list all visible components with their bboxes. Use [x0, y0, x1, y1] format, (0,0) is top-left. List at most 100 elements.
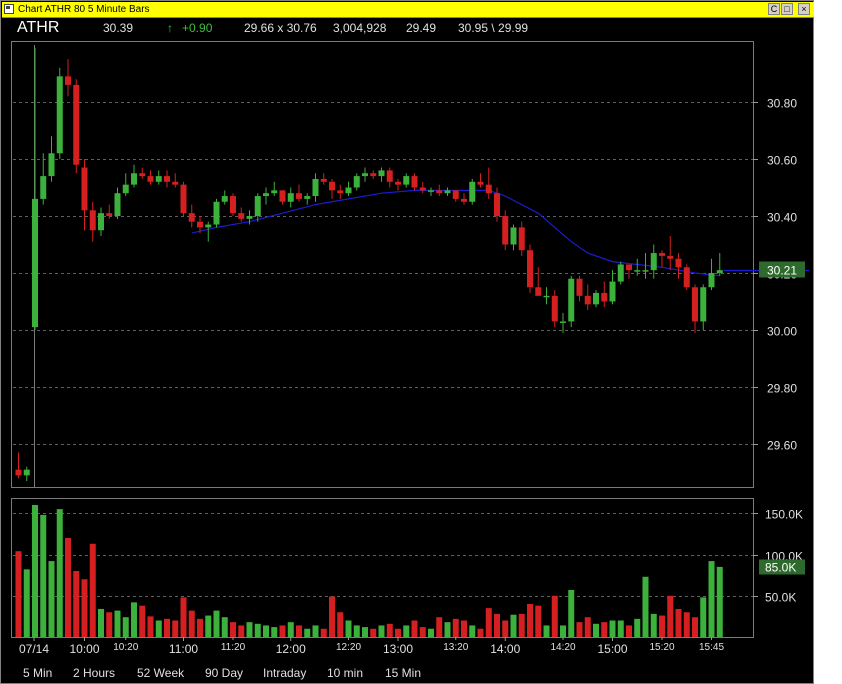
candle-body — [650, 253, 657, 271]
volume-bar — [700, 597, 707, 637]
volume-bar — [626, 625, 632, 637]
volume-bar — [65, 538, 71, 637]
candle-body — [700, 287, 707, 322]
volume-bar — [48, 561, 55, 637]
volume-bar — [675, 608, 682, 637]
candle-body — [337, 190, 344, 194]
candle-body — [147, 176, 154, 182]
candle-body — [560, 321, 566, 323]
volume-bar — [246, 622, 253, 637]
volume-bar — [164, 618, 170, 637]
volume-bar — [271, 627, 278, 637]
volume-bar — [345, 620, 352, 637]
candle-body — [40, 176, 47, 199]
timeframe-10min[interactable]: 10 min — [327, 666, 363, 680]
candle-body — [551, 295, 558, 322]
timeframe-52week[interactable]: 52 Week — [137, 666, 184, 680]
candle-body — [353, 176, 360, 188]
x-minor-label: 11:20 — [221, 642, 246, 653]
candle-body — [230, 196, 236, 214]
volume-bar — [403, 625, 410, 637]
volume-bar — [444, 622, 451, 637]
current-price-label: 30.21 — [767, 264, 797, 278]
volume-bar — [584, 617, 591, 637]
x-minor-label: 13:20 — [443, 642, 468, 653]
volume-bar — [386, 623, 393, 637]
chart-window: Chart ATHR 80 5 Minute Bars C □ × ATHR 3… — [0, 0, 814, 684]
volume-bar — [370, 628, 377, 637]
volume-bar — [634, 618, 641, 637]
candle-body — [576, 278, 583, 296]
volume-bar — [139, 605, 146, 637]
x-minor-label: 14:20 — [550, 642, 575, 653]
candle-body — [122, 184, 129, 194]
candle-body — [667, 255, 674, 259]
volume-bar — [337, 612, 344, 637]
volume-bar — [617, 620, 624, 637]
candle-body — [485, 184, 492, 194]
candle-body — [65, 76, 71, 85]
volume-bar — [436, 617, 443, 637]
volume-bar — [114, 610, 121, 637]
timeframe-5min[interactable]: 5 Min — [23, 666, 52, 680]
volume-bar — [659, 615, 665, 637]
candle-body — [32, 198, 38, 328]
x-major-label: 13:00 — [383, 642, 413, 656]
volume-bar — [81, 579, 88, 637]
volume-bar — [205, 615, 212, 637]
candle-body — [312, 178, 319, 197]
volume-bar — [683, 612, 690, 637]
candle-body — [370, 173, 377, 177]
volume-bar — [122, 617, 129, 637]
volume-bar — [40, 514, 47, 637]
x-minor-label: 15:20 — [649, 642, 674, 653]
candle-body — [436, 190, 443, 194]
timeframe-90day[interactable]: 90 Day — [205, 666, 243, 680]
volume-bar — [411, 620, 418, 637]
candle-body — [584, 295, 591, 305]
candle-body — [535, 287, 542, 296]
candle-body — [601, 292, 608, 302]
price-volume-chart[interactable]: 30.8030.6030.4030.2030.0029.8029.60150.0… — [1, 1, 813, 663]
volume-bar — [89, 543, 96, 637]
volume-bar — [312, 625, 319, 637]
x-minor-label: 10:20 — [113, 642, 138, 653]
candle-body — [81, 167, 88, 211]
candle-body — [304, 196, 311, 199]
volume-panel-frame — [11, 498, 754, 638]
volume-bar — [708, 561, 715, 637]
candle-body — [114, 193, 121, 216]
candle-body — [172, 181, 179, 185]
timeframe-intraday[interactable]: Intraday — [263, 666, 306, 680]
volume-bar — [98, 608, 104, 637]
candle-body — [139, 173, 146, 177]
candle-body — [634, 270, 641, 272]
volume-bar — [254, 623, 261, 637]
moving-average-line — [191, 189, 720, 277]
price-tick-label: 30.80 — [767, 97, 797, 111]
volume-bar — [692, 617, 698, 637]
timeframe-2hours[interactable]: 2 Hours — [73, 666, 115, 680]
volume-bar — [518, 613, 525, 637]
timeframe-15min[interactable]: 15 Min — [385, 666, 421, 680]
volume-bar — [296, 625, 302, 637]
candle-body — [626, 264, 632, 271]
volume-bar — [15, 551, 22, 637]
volume-bar — [32, 505, 38, 637]
candle-body — [15, 469, 22, 476]
candle-body — [428, 190, 434, 192]
volume-bar — [716, 566, 723, 637]
candle-body — [494, 193, 500, 216]
volume-bar — [263, 625, 269, 637]
candle-body — [411, 176, 418, 188]
timeframe-bar: 5 Min 2 Hours 52 Week 90 Day Intraday 10… — [1, 663, 813, 683]
volume-bar — [73, 571, 80, 637]
candle-body — [271, 190, 278, 194]
volume-bar — [188, 610, 195, 637]
volume-bar — [469, 625, 476, 637]
candle-body — [155, 176, 162, 182]
x-major-label: 07/14 — [19, 642, 49, 656]
volume-bar — [197, 618, 203, 637]
candle-body — [452, 190, 459, 199]
volume-bar — [395, 628, 401, 637]
